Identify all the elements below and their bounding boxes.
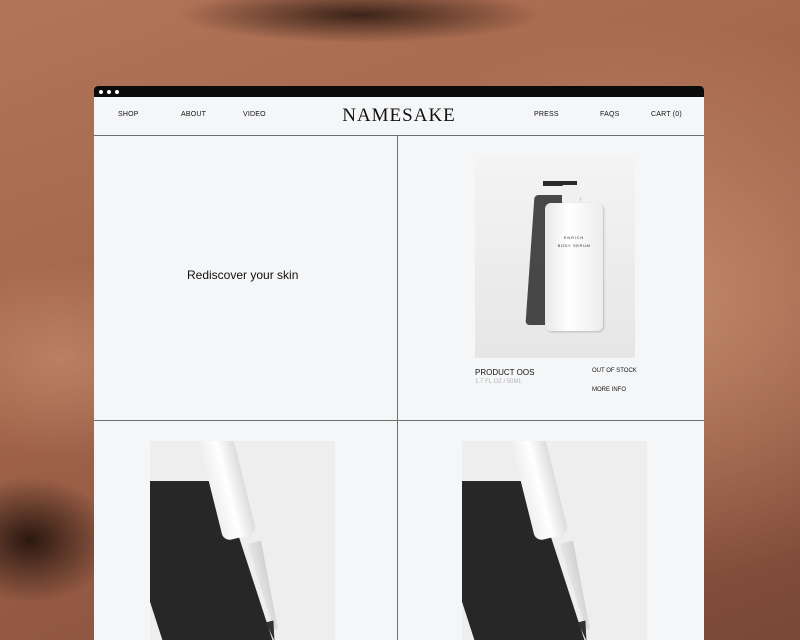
product-size: 1.7 FL OZ / 50ML [475, 379, 522, 385]
pen-applicator-image[interactable] [462, 441, 647, 640]
nav-press[interactable]: PRESS [534, 111, 559, 118]
more-info-link[interactable]: MORE INFO [592, 387, 626, 393]
image-cell-left [94, 421, 398, 640]
stock-status: OUT OF STOCK [592, 368, 637, 374]
hero-tagline: Rediscover your skin [187, 268, 299, 282]
product-card[interactable]: ENRICH BODY SERUM PRODUCT OOS 1.7 FL OZ … [398, 135, 704, 421]
product-name[interactable]: PRODUCT OOS [475, 368, 534, 377]
pen-applicator-image[interactable] [150, 441, 335, 640]
nav-cart[interactable]: CART (0) [651, 111, 682, 118]
bottle-sublabel: BODY SERUM [557, 243, 591, 248]
nav-faqs[interactable]: FAQS [600, 111, 619, 118]
window-dot-icon[interactable] [107, 89, 111, 94]
window-dot-icon[interactable] [115, 89, 119, 94]
bottle-label: ENRICH [563, 235, 585, 240]
product-image[interactable]: ENRICH BODY SERUM [475, 155, 635, 358]
window-dot-icon[interactable] [99, 89, 103, 94]
pump-head [562, 185, 580, 205]
serum-bottle [545, 203, 603, 331]
hero-cell: Rediscover your skin [94, 135, 398, 421]
image-cell-right [398, 421, 704, 640]
content-grid: Rediscover your skin ENRICH BODY SERUM P… [94, 135, 704, 640]
browser-window: SHOP ABOUT VIDEO NAMESAKE PRESS FAQS CAR… [94, 86, 704, 640]
window-titlebar [94, 86, 704, 97]
site-header: SHOP ABOUT VIDEO NAMESAKE PRESS FAQS CAR… [94, 97, 704, 136]
